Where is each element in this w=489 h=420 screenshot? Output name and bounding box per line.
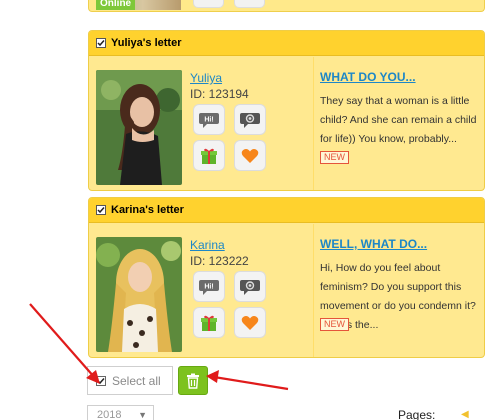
letter-card: Karina's letter Karina ID: 123222 Hi! WE… xyxy=(88,197,485,358)
profile-name-link[interactable]: Karina xyxy=(190,238,225,252)
pagination-label: Pages: xyxy=(398,408,436,420)
video-icon xyxy=(240,112,260,128)
gift-button[interactable] xyxy=(193,307,225,338)
annotation-arrow-select-all xyxy=(29,303,96,379)
letter-subject-link[interactable]: WELL, WHAT DO... xyxy=(320,237,427,251)
select-all-label: Select all xyxy=(112,373,161,388)
like-button[interactable] xyxy=(234,307,266,338)
svg-text:Hi!: Hi! xyxy=(204,116,213,123)
letter-excerpt: They say that a woman is a little child?… xyxy=(320,95,477,145)
gift-button[interactable] xyxy=(193,140,225,171)
select-all-check[interactable] xyxy=(96,375,106,386)
check-icon xyxy=(97,377,105,384)
online-status-badge: Online xyxy=(96,0,136,10)
profile-photo[interactable] xyxy=(96,70,182,185)
chat-button[interactable]: Hi! xyxy=(193,271,225,302)
page-prev-icon[interactable]: ◀ xyxy=(461,409,469,420)
chat-button[interactable]: Hi! xyxy=(193,104,225,135)
heart-icon xyxy=(241,315,259,330)
chat-icon: Hi! xyxy=(199,279,219,295)
new-badge: NEW xyxy=(320,318,349,331)
svg-text:Hi!: Hi! xyxy=(204,283,213,290)
year-select-value: 2018 xyxy=(97,409,122,420)
select-all-checkbox[interactable]: Select all xyxy=(87,366,173,395)
delete-button[interactable] xyxy=(178,366,208,395)
card-divider xyxy=(313,57,314,190)
check-icon xyxy=(97,207,105,214)
new-badge: NEW xyxy=(320,151,349,164)
chat-button[interactable] xyxy=(193,0,224,8)
year-select[interactable]: 2018 ▼ xyxy=(87,405,154,420)
check-icon xyxy=(97,40,105,47)
letter-card-header: Karina's letter xyxy=(89,198,484,223)
letter-card: Yuliya's letter Yuliya ID: 123194 Hi! WH… xyxy=(88,30,485,191)
chevron-down-icon: ▼ xyxy=(138,410,147,420)
previous-letter-card: Online xyxy=(88,0,485,12)
profile-name-link[interactable]: Yuliya xyxy=(190,71,222,85)
letter-checkbox[interactable] xyxy=(96,205,106,215)
annotation-arrow-delete xyxy=(213,375,289,391)
letter-subject-link[interactable]: WHAT DO YOU... xyxy=(320,70,416,84)
like-button[interactable] xyxy=(234,140,266,171)
chat-icon: Hi! xyxy=(199,112,219,128)
letter-title: Yuliya's letter xyxy=(111,37,182,49)
profile-id: ID: 123222 xyxy=(190,254,249,268)
heart-icon xyxy=(241,148,259,163)
video-button[interactable] xyxy=(234,271,266,302)
video-button[interactable] xyxy=(234,104,266,135)
gift-icon xyxy=(201,315,217,331)
trash-icon xyxy=(187,373,199,389)
profile-photo[interactable] xyxy=(96,237,182,352)
gift-icon xyxy=(201,148,217,164)
card-divider xyxy=(313,224,314,357)
video-icon xyxy=(240,279,260,295)
letter-checkbox[interactable] xyxy=(96,38,106,48)
letter-card-header: Yuliya's letter xyxy=(89,31,484,56)
video-button[interactable] xyxy=(234,0,265,8)
letter-title: Karina's letter xyxy=(111,204,184,216)
profile-id: ID: 123194 xyxy=(190,87,249,101)
